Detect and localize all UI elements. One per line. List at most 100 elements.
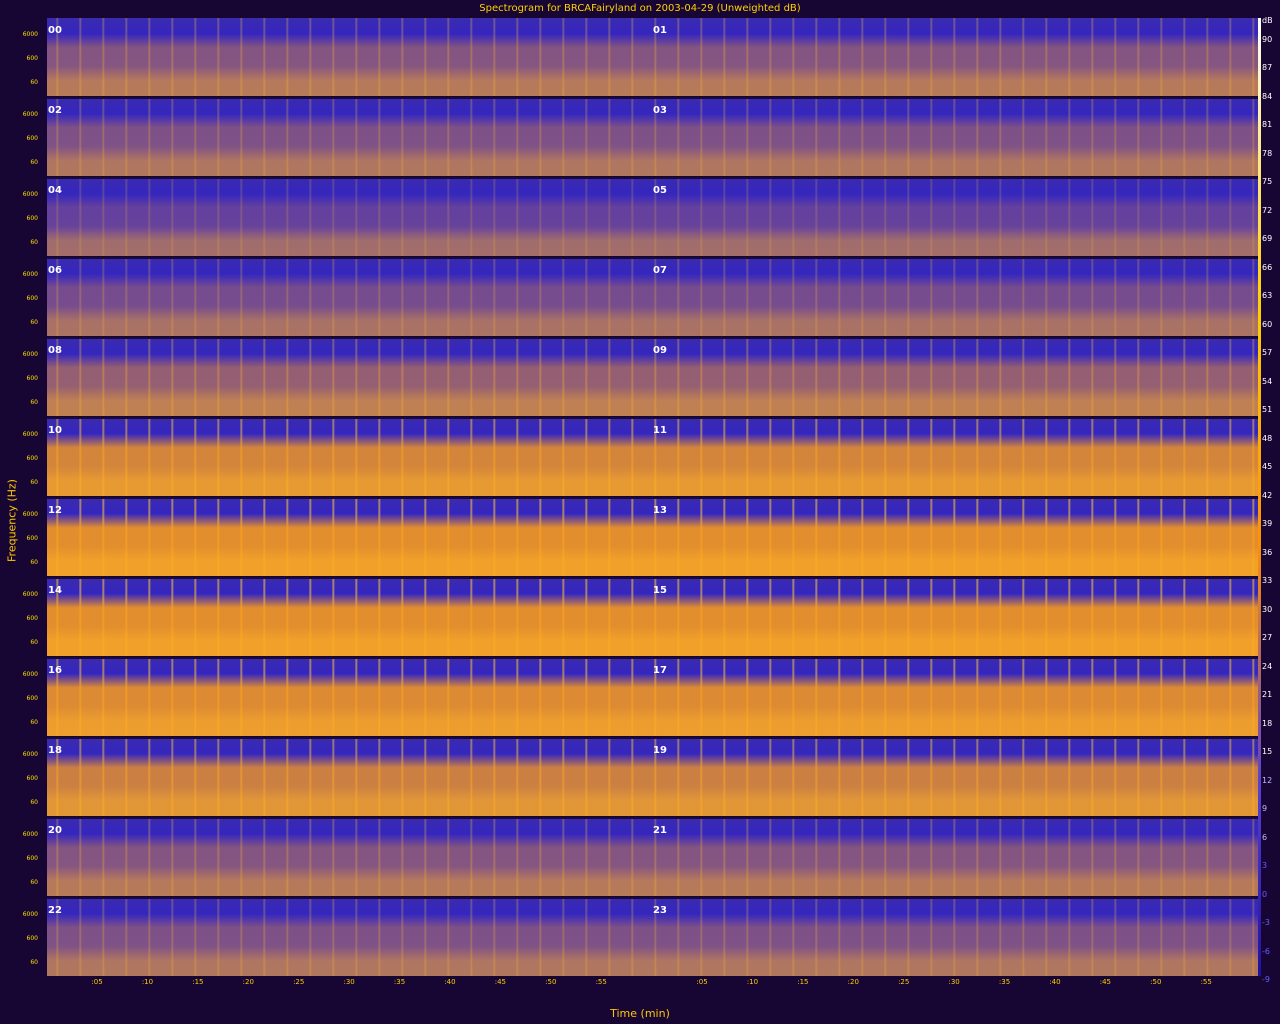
y-tick-label: 60 (30, 719, 38, 726)
colorbar-tick: 27 (1262, 633, 1273, 643)
x-tick-label: :20 (847, 978, 859, 986)
y-tick-label: 60 (30, 79, 38, 86)
y-tick-label: 6000 (22, 831, 38, 838)
x-tick-label: :45 (1099, 978, 1112, 986)
x-tick-label: :35 (998, 978, 1011, 986)
hour-label: 00 (48, 25, 62, 36)
x-tick-label: :50 (1150, 978, 1162, 986)
hour-label: 21 (653, 825, 667, 836)
y-tick-label: 60 (30, 239, 38, 246)
colorbar-tick: -3 (1262, 918, 1270, 928)
x-tick-label: :40 (1049, 978, 1061, 986)
hour-label: 09 (653, 345, 667, 356)
row-separator (47, 177, 1258, 179)
hour-label: 01 (653, 25, 667, 36)
hour-label: 18 (48, 745, 62, 756)
y-tick-label: 60 (30, 879, 38, 886)
y-tick-label: 6000 (22, 671, 38, 678)
colorbar-tick: 39 (1262, 519, 1273, 529)
x-tick-label: :05 (91, 978, 103, 986)
colorbar-tick: 15 (1262, 747, 1273, 757)
colorbar (1258, 18, 1261, 976)
colorbar-tick: 63 (1262, 291, 1273, 301)
y-tick-label: 60 (30, 319, 38, 326)
x-tick-label: :45 (494, 978, 507, 986)
hour-label: 04 (48, 185, 62, 196)
y-tick-label: 60 (30, 639, 38, 646)
x-tick-label: :15 (192, 978, 204, 986)
colorbar-tick: 75 (1262, 177, 1273, 187)
x-tick-label: :40 (444, 978, 456, 986)
y-tick-label: 6000 (22, 191, 38, 198)
x-tick-label: :55 (1200, 978, 1212, 986)
colorbar-tick: 30 (1262, 604, 1273, 614)
colorbar-tick: -9 (1262, 975, 1270, 984)
y-tick-label: 6000 (22, 351, 38, 358)
x-tick-label: :25 (898, 978, 910, 986)
hour-label: 16 (48, 665, 62, 676)
y-tick-label: 6000 (22, 31, 38, 38)
y-tick-label: 600 (26, 775, 38, 782)
hour-label: 17 (653, 665, 667, 676)
colorbar-tick: 84 (1262, 91, 1273, 101)
x-tick-label: :55 (595, 978, 607, 986)
x-tick-label: :15 (797, 978, 809, 986)
colorbar-tick: 48 (1262, 433, 1273, 443)
colorbar-tick: 66 (1262, 262, 1273, 272)
y-tick-label: 600 (26, 455, 38, 462)
x-tick-label: :35 (393, 978, 406, 986)
hour-label: 08 (48, 345, 62, 356)
colorbar-tick: 12 (1262, 775, 1273, 785)
row-separator (47, 417, 1258, 419)
hour-label: 19 (653, 745, 667, 756)
hour-label: 03 (653, 105, 667, 116)
x-tick-label: :10 (141, 978, 154, 986)
y-tick-label: 60 (30, 479, 38, 486)
y-tick-label: 6000 (22, 591, 38, 598)
hour-label: 14 (48, 585, 62, 596)
colorbar-tick: 90 (1262, 35, 1273, 44)
hour-label: 22 (48, 905, 62, 916)
colorbar-tick: 42 (1262, 490, 1273, 500)
row-separator (47, 337, 1258, 339)
y-tick-label: 60 (30, 159, 38, 166)
colorbar-tick: 87 (1262, 63, 1273, 73)
x-tick-label: :30 (948, 978, 960, 986)
colorbar-tick: 72 (1262, 205, 1273, 215)
colorbar-tick: 69 (1262, 234, 1273, 244)
y-tick-label: 6000 (22, 751, 38, 758)
y-tick-label: 60 (30, 959, 38, 966)
hour-label: 23 (653, 905, 667, 916)
colorbar-tick: 81 (1262, 120, 1273, 130)
y-tick-label: 600 (26, 935, 38, 942)
colorbar-tick: 51 (1262, 405, 1273, 415)
colorbar-tick: 33 (1262, 576, 1273, 586)
row-separator (47, 577, 1258, 579)
colorbar-tick: 60 (1262, 319, 1273, 329)
y-tick-label: 600 (26, 375, 38, 382)
y-tick-label: 600 (26, 615, 38, 622)
x-tick-label: :05 (696, 978, 708, 986)
x-tick-label: :50 (545, 978, 557, 986)
colorbar-tick: 57 (1262, 348, 1273, 358)
hour-label: 12 (48, 505, 62, 516)
row-separator (47, 257, 1258, 259)
y-tick-label: 600 (26, 55, 38, 62)
y-tick-label: 600 (26, 695, 38, 702)
y-tick-label: 600 (26, 295, 38, 302)
colorbar-tick: 36 (1262, 547, 1273, 557)
colorbar-tick: 45 (1262, 462, 1273, 472)
chart-title: Spectrogram for BRCAFairyland on 2003-04… (479, 3, 801, 14)
y-tick-label: 6000 (22, 431, 38, 438)
y-tick-label: 600 (26, 215, 38, 222)
colorbar-tick: 54 (1262, 376, 1273, 386)
colorbar-tick: 21 (1262, 690, 1273, 700)
colorbar-tick: 18 (1262, 718, 1273, 728)
row-separator (47, 497, 1258, 499)
hour-label: 07 (653, 265, 667, 276)
row-separator (47, 657, 1258, 659)
hour-label: 13 (653, 505, 667, 516)
x-tick-label: :10 (746, 978, 759, 986)
hour-label: 05 (653, 185, 667, 196)
row-separator (47, 737, 1258, 739)
